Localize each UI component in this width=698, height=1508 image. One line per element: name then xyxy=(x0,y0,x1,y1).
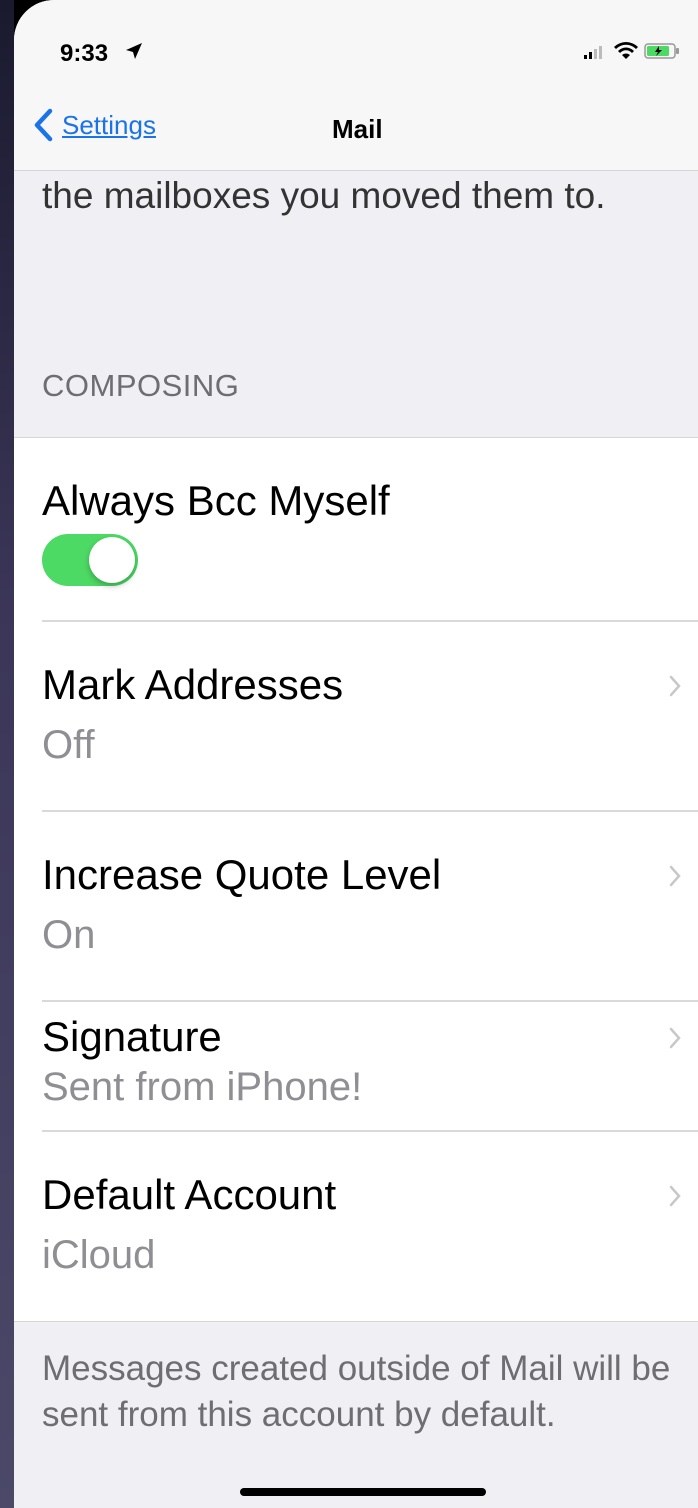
navigation-bar: Settings Mail xyxy=(14,90,698,171)
setting-title: Default Account xyxy=(42,1171,337,1218)
always-bcc-toggle[interactable] xyxy=(42,534,138,586)
setting-title: Increase Quote Level xyxy=(42,851,442,898)
status-bar: 9:33 xyxy=(14,0,698,90)
default-account-footer: Messages created outside of Mail will be… xyxy=(42,1349,671,1434)
setting-value: iCloud xyxy=(42,1233,156,1277)
location-arrow-icon xyxy=(126,43,142,59)
device-edge xyxy=(0,0,14,1508)
status-icons xyxy=(584,42,680,60)
setting-title: Always Bcc Myself xyxy=(42,477,390,524)
wifi-icon xyxy=(614,42,638,59)
back-button-label: Settings xyxy=(62,109,156,140)
setting-row-default-account[interactable]: Default Account iCloud xyxy=(42,1170,698,1280)
chevron-right-icon xyxy=(669,1185,681,1207)
row-separator xyxy=(42,1000,698,1002)
mail-settings-screen: 9:33 Settings Mail the mailboxes you mov… xyxy=(14,0,698,1508)
row-separator xyxy=(42,620,698,622)
setting-row-increase-quote-level[interactable]: Increase Quote Level On xyxy=(42,850,698,960)
chevron-right-icon xyxy=(669,865,681,887)
setting-row-always-bcc: Always Bcc Myself xyxy=(42,476,698,586)
chevron-left-icon xyxy=(34,108,53,142)
setting-row-signature[interactable]: Signature Sent from iPhone! xyxy=(42,1012,698,1122)
setting-title: Signature xyxy=(42,1013,222,1060)
section-header-composing: COMPOSING xyxy=(42,368,240,403)
previous-section-footer: the mailboxes you moved them to. xyxy=(42,175,606,216)
chevron-right-icon xyxy=(669,1027,681,1049)
status-time: 9:33 xyxy=(60,40,109,67)
setting-row-mark-addresses[interactable]: Mark Addresses Off xyxy=(42,660,698,770)
chevron-right-icon xyxy=(669,675,681,697)
back-button[interactable]: Settings xyxy=(32,108,156,142)
setting-value: Off xyxy=(42,723,95,767)
home-indicator[interactable] xyxy=(240,1488,486,1496)
setting-title: Mark Addresses xyxy=(42,661,344,708)
toggle-knob xyxy=(89,537,135,583)
row-separator xyxy=(42,1130,698,1132)
cellular-signal-icon xyxy=(584,46,602,59)
setting-value: On xyxy=(42,913,96,957)
row-separator xyxy=(42,810,698,812)
battery-charging-icon xyxy=(644,43,679,59)
composing-settings-group: Always Bcc Myself Mark Addresses Off Inc… xyxy=(14,437,698,1322)
page-title: Mail xyxy=(332,114,383,144)
setting-value: Sent from iPhone! xyxy=(42,1065,363,1109)
